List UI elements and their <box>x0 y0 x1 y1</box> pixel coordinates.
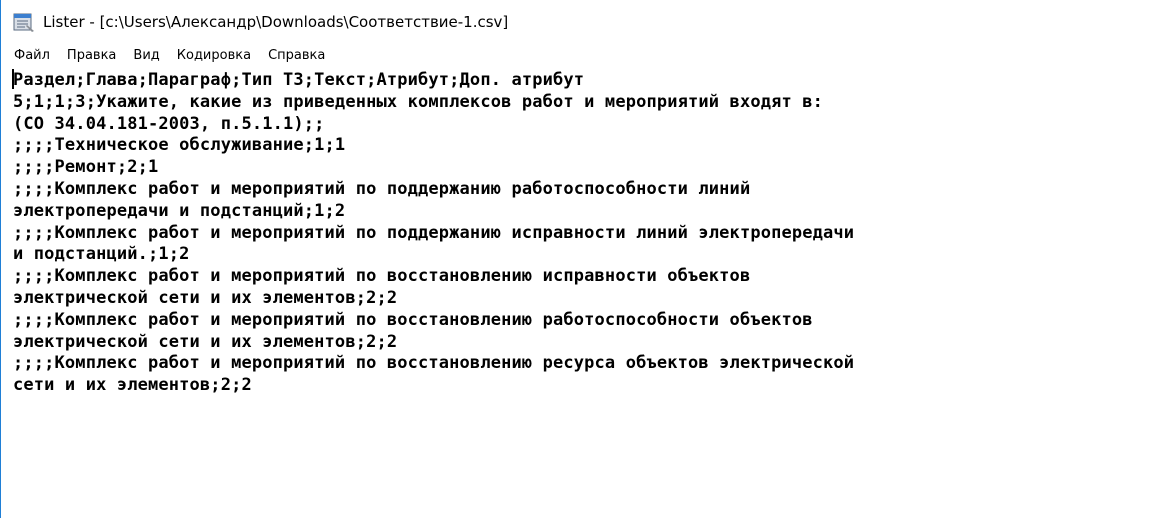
window-title: Lister - [c:\Users\Александр\Downloads\С… <box>43 12 509 31</box>
file-line: электрической сети и их элементов;2;2 <box>13 331 398 352</box>
lister-app-icon <box>13 13 34 32</box>
file-line: ;;;;Комплекс работ и мероприятий по восс… <box>13 266 751 287</box>
file-line: ;;;;Техническое обслуживание;1;1 <box>13 135 346 156</box>
file-line: Раздел;Глава;Параграф;Тип ТЗ;Текст;Атриб… <box>13 70 585 90</box>
file-line: и подстанций.;1;2 <box>13 244 190 265</box>
file-line: ;;;;Комплекс работ и мероприятий по восс… <box>13 309 813 330</box>
file-content-area[interactable]: Раздел;Глава;Параграф;Тип ТЗ;Текст;Атриб… <box>1 68 1154 518</box>
file-line: электрической сети и их элементов;2;2 <box>13 287 398 308</box>
file-line: электропередачи и подстанций;1;2 <box>13 200 346 221</box>
menu-bar: Файл Правка Вид Кодировка Справка <box>1 43 1154 67</box>
file-line: ;;;;Комплекс работ и мероприятий по подд… <box>13 178 751 199</box>
menu-encoding[interactable]: Кодировка <box>176 46 252 65</box>
file-line: ;;;;Ремонт;2;1 <box>13 157 159 178</box>
file-line: сети и их элементов;2;2 <box>13 375 252 396</box>
lister-window: Lister - [c:\Users\Александр\Downloads\С… <box>0 0 1154 518</box>
menu-edit[interactable]: Правка <box>66 46 117 65</box>
menu-view[interactable]: Вид <box>132 46 160 65</box>
file-line: ;;;;Комплекс работ и мероприятий по восс… <box>13 353 855 374</box>
menu-file[interactable]: Файл <box>13 46 51 65</box>
menu-help[interactable]: Справка <box>267 46 326 65</box>
file-line: ;;;;Комплекс работ и мероприятий по подд… <box>13 222 855 243</box>
file-line: (СО 34.04.181-2003, п.5.1.1);; <box>13 113 325 134</box>
file-line: 5;1;1;3;Укажите, какие из приведенных ко… <box>13 91 824 112</box>
title-bar[interactable]: Lister - [c:\Users\Александр\Downloads\С… <box>1 0 1154 43</box>
